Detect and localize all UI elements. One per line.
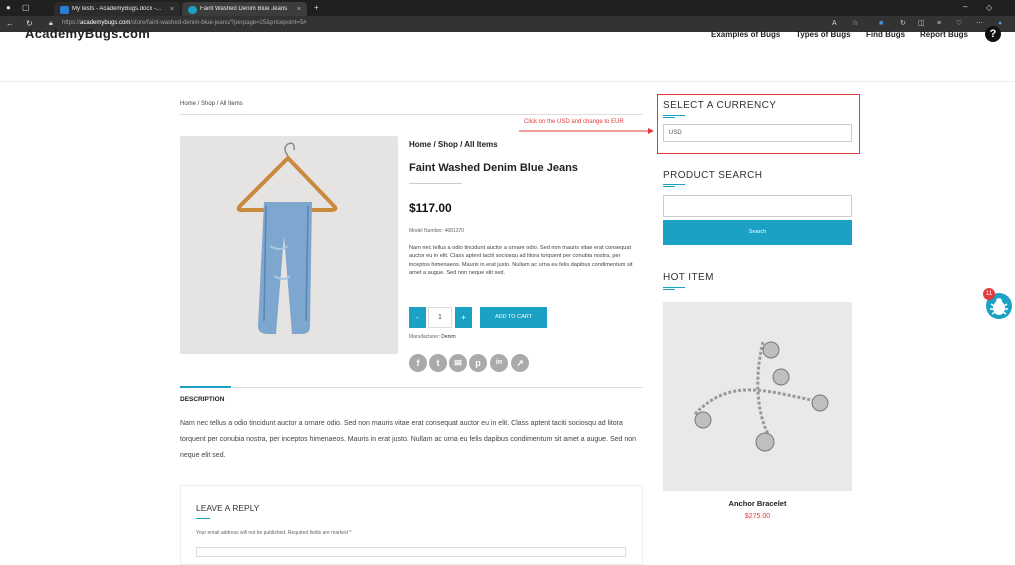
site-header: [0, 32, 1015, 82]
product-breadcrumb[interactable]: Home / Shop / All Items: [409, 140, 498, 149]
bracelet-icon: [693, 341, 829, 452]
divider: [196, 518, 210, 519]
twitter-icon[interactable]: t: [429, 354, 447, 372]
share-icon[interactable]: ↗: [511, 354, 529, 372]
currency-title: SELECT A CURRENCY: [663, 100, 777, 111]
model-number: Model Number: 4681370: [409, 228, 465, 234]
tab-my-tests[interactable]: My tests - AcademyBugs.docx -... ×: [54, 2, 180, 16]
tab-title: My tests - AcademyBugs.docx -...: [72, 6, 162, 12]
restore-icon[interactable]: ◇: [986, 3, 992, 13]
product-search-title: PRODUCT SEARCH: [663, 170, 763, 181]
quantity-increase-button[interactable]: +: [455, 307, 472, 328]
tab-product[interactable]: Faint Washed Denim Blue Jeans ×: [182, 2, 307, 16]
breadcrumb[interactable]: Home / Shop / All Items: [180, 101, 243, 107]
new-tab-icon[interactable]: +: [314, 3, 319, 13]
notification-badge: 11: [983, 288, 995, 300]
manufacturer-link[interactable]: Denim: [441, 334, 455, 340]
hot-item-image[interactable]: [663, 302, 852, 491]
nav-report-bugs[interactable]: Report Bugs: [920, 30, 968, 39]
favorite-icon[interactable]: ☆: [852, 19, 858, 29]
reply-title: LEAVE A REPLY: [196, 503, 260, 513]
help-icon[interactable]: ?: [985, 26, 1001, 42]
divider: [180, 114, 643, 115]
product-price: $117.00: [409, 201, 452, 215]
site-favicon-icon: [188, 6, 197, 14]
description-body: Nam nec tellus a odio tincidunt auctor a…: [180, 420, 637, 459]
divider: [663, 287, 685, 290]
divider: [409, 183, 462, 184]
search-button[interactable]: Search: [663, 220, 852, 245]
facebook-icon[interactable]: f: [409, 354, 427, 372]
profile-icon[interactable]: ●: [6, 3, 11, 13]
refresh-extension-icon[interactable]: ↻: [900, 19, 906, 29]
product-image[interactable]: [180, 136, 398, 354]
site-logo[interactable]: AcademyBugs.com: [25, 26, 150, 41]
quantity-decrease-button[interactable]: -: [409, 307, 426, 328]
back-icon[interactable]: ←: [6, 19, 14, 29]
product-description: Nam nec tellus a odio tincidunt auctor a…: [409, 245, 633, 277]
annotation-arrow-icon: [519, 128, 654, 134]
divider: [663, 184, 685, 187]
divider: [663, 115, 685, 118]
tab-title: Faint Washed Denim Blue Jeans: [200, 6, 288, 12]
add-to-cart-button[interactable]: ADD TO CART: [480, 307, 547, 328]
active-tab-indicator: [180, 386, 231, 388]
address-bar: ← ↻ 🔒︎ https://academybugs.com/store/fai…: [0, 16, 1015, 32]
linkedin-icon[interactable]: in: [490, 354, 508, 372]
nav-examples-of-bugs[interactable]: Examples of Bugs: [711, 30, 780, 39]
hot-item-title: HOT ITEM: [663, 272, 714, 283]
word-doc-icon: [60, 6, 69, 14]
divider: [180, 387, 643, 388]
tab-actions-icon[interactable]: ▢: [22, 3, 30, 13]
favorites-bar-icon[interactable]: ≡: [937, 19, 941, 29]
currency-select[interactable]: USD: [663, 124, 852, 142]
bug-report-widget[interactable]: 11: [983, 288, 1013, 319]
pinterest-icon[interactable]: p: [469, 354, 487, 372]
search-input[interactable]: [663, 195, 852, 217]
email-icon[interactable]: ✉: [449, 354, 467, 372]
extension-icon[interactable]: ■: [879, 19, 883, 29]
minimize-icon[interactable]: –: [963, 2, 967, 12]
nav-types-of-bugs[interactable]: Types of Bugs: [796, 30, 851, 39]
more-icon[interactable]: ⋯: [976, 19, 983, 29]
split-screen-icon[interactable]: ◫: [918, 19, 925, 29]
close-icon[interactable]: ×: [297, 6, 301, 13]
tab-description[interactable]: DESCRIPTION: [180, 396, 224, 403]
read-aloud-icon[interactable]: A: [832, 19, 837, 29]
annotation-text: Click on the USD and change to EUR: [524, 119, 624, 125]
product-title: Faint Washed Denim Blue Jeans: [409, 162, 578, 174]
hot-item-name[interactable]: Anchor Bracelet: [663, 499, 852, 508]
nav-find-bugs[interactable]: Find Bugs: [866, 30, 905, 39]
quantity-input[interactable]: 1: [428, 307, 452, 328]
manufacturer: Manufacturer: Denim: [409, 334, 456, 340]
comment-field[interactable]: [196, 547, 626, 557]
jeans-on-hanger-icon: [236, 142, 338, 334]
collections-icon[interactable]: ♡: [956, 19, 962, 29]
reply-note: Your email address will not be published…: [196, 530, 352, 536]
hot-item-price: $275.00: [744, 513, 771, 520]
close-icon[interactable]: ×: [170, 6, 174, 13]
browser-tab-bar: ● ▢ My tests - AcademyBugs.docx -... × F…: [0, 0, 1015, 16]
